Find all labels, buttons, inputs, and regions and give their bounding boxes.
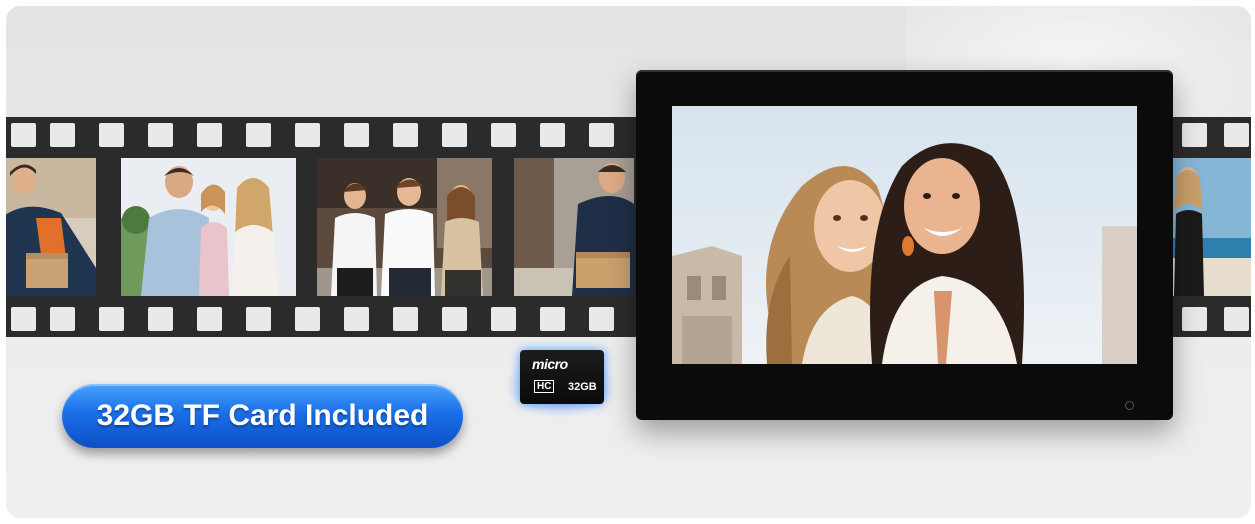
film-hole [11, 123, 36, 147]
film-hole [393, 307, 418, 331]
film-hole [1224, 307, 1249, 331]
film-hole [99, 123, 124, 147]
film-hole [197, 123, 222, 147]
product-scene: micro HC 32GB 32GB TF Card Included [6, 6, 1251, 518]
film-photo-delivery-street [514, 158, 634, 296]
film-photo-three-friends [317, 158, 492, 296]
film-hole [50, 123, 75, 147]
film-hole [540, 123, 565, 147]
sd-card-type: HC [534, 380, 555, 393]
film-hole [148, 307, 173, 331]
film-hole [246, 307, 271, 331]
film-hole [295, 307, 320, 331]
sd-card-capacity: 32GB [568, 381, 597, 393]
film-hole [344, 123, 369, 147]
film-hole [197, 307, 222, 331]
film-hole [442, 307, 467, 331]
film-hole [491, 123, 516, 147]
power-indicator-icon [1125, 401, 1134, 410]
film-hole [344, 307, 369, 331]
feature-badge: 32GB TF Card Included [62, 384, 463, 448]
film-hole [442, 123, 467, 147]
film-holes-bottom [6, 307, 646, 331]
film-holes-top [6, 123, 646, 147]
microsd-card: micro HC 32GB [520, 350, 604, 404]
feature-badge-label: 32GB TF Card Included [96, 399, 429, 432]
film-photo-delivery-person [6, 158, 96, 296]
film-photo-beach [1172, 158, 1251, 296]
film-hole [50, 307, 75, 331]
film-hole [1182, 307, 1207, 331]
film-hole [246, 123, 271, 147]
film-hole [148, 123, 173, 147]
film-hole [589, 307, 614, 331]
film-strip [6, 117, 646, 337]
sd-card-brand: micro [532, 356, 568, 372]
film-strip-right [1172, 117, 1251, 337]
film-hole [1224, 123, 1249, 147]
film-hole [1182, 123, 1207, 147]
film-photo-family [121, 158, 296, 296]
film-hole [540, 307, 565, 331]
film-hole [295, 123, 320, 147]
film-hole [491, 307, 516, 331]
frame-screen-photo [672, 106, 1137, 364]
film-hole [99, 307, 124, 331]
film-hole [11, 307, 36, 331]
film-holes-top [1172, 123, 1251, 147]
film-hole [393, 123, 418, 147]
film-hole [589, 123, 614, 147]
film-holes-bottom [1172, 307, 1251, 331]
digital-photo-frame [636, 70, 1173, 420]
